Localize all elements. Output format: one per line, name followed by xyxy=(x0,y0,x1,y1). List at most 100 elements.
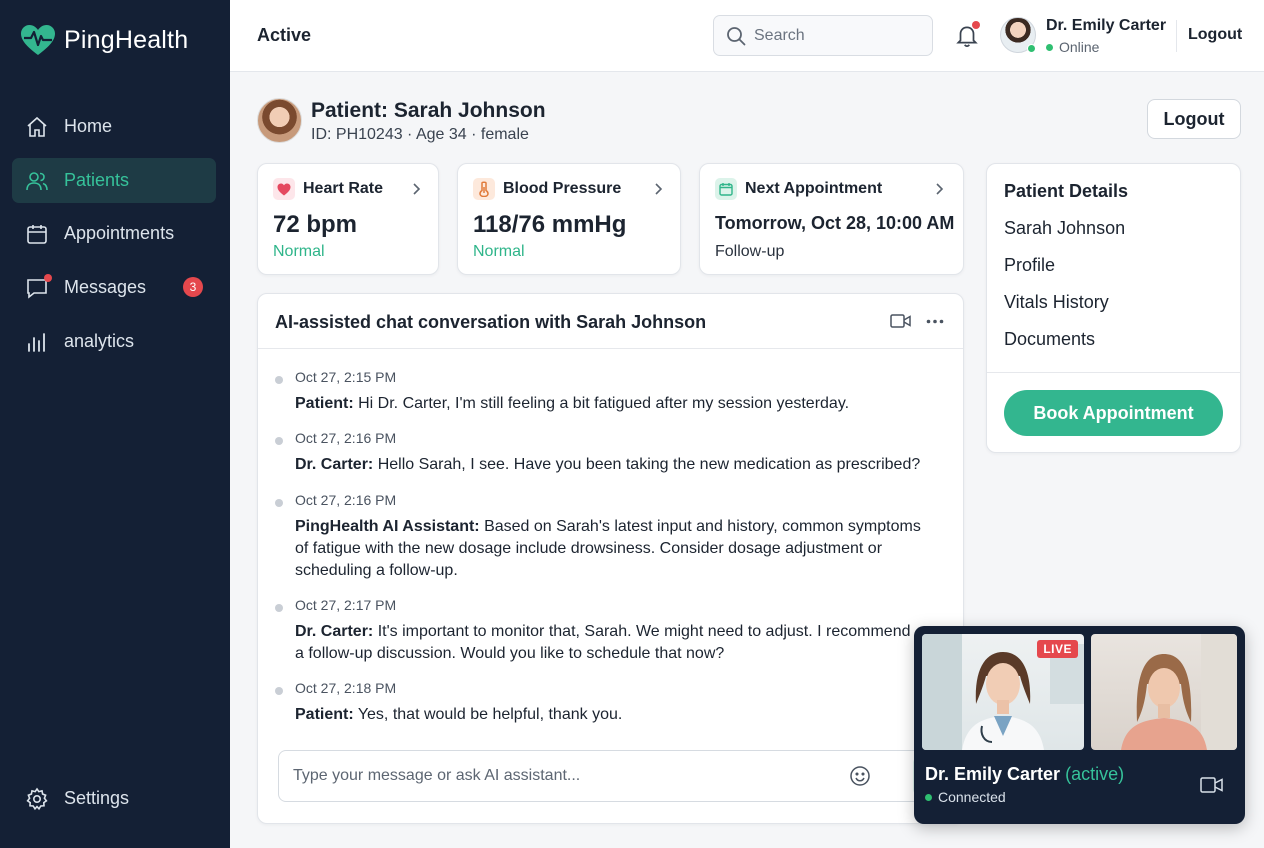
connection-status-text: Connected xyxy=(938,789,1006,805)
patient-meta: ID: PH10243 · Age 34 · female xyxy=(311,126,529,143)
chevron-right-icon xyxy=(655,183,663,195)
blood-pressure-value: 118/76 mmHg xyxy=(473,211,627,238)
notifications-button[interactable] xyxy=(954,21,980,48)
divider xyxy=(987,372,1240,373)
chat-panel: AI-assisted chat conversation with Sarah… xyxy=(257,293,964,824)
sidebar-item-label: Patients xyxy=(64,170,130,190)
message-sender: Dr. Carter: xyxy=(295,456,374,473)
heart-rate-status: Normal xyxy=(273,243,325,260)
notification-dot xyxy=(972,21,980,29)
message-dot xyxy=(275,499,283,507)
message-text: PingHealth AI Assistant: Based on Sarah'… xyxy=(295,516,935,582)
message-text: Dr. Carter: Hello Sarah, I see. Have you… xyxy=(295,454,935,476)
bar-chart-icon xyxy=(24,329,50,355)
patient-avatar xyxy=(257,98,302,143)
caller-status-tag: (active) xyxy=(1065,764,1125,784)
blood-pressure-card[interactable]: Blood Pressure 118/76 mmHg Normal xyxy=(457,163,681,275)
sidebar-item-settings[interactable]: Settings xyxy=(12,776,216,821)
video-call-widget[interactable]: LIVE Dr. Emily Carter (active) Connected xyxy=(914,626,1245,824)
home-icon xyxy=(24,114,50,140)
message-sender: Dr. Carter: xyxy=(295,623,374,640)
chat-icon xyxy=(24,273,52,301)
divider xyxy=(258,348,963,349)
appointment-type: Follow-up xyxy=(715,243,785,260)
top-bar: Active Dr. Emily Carter Online Logout xyxy=(230,0,1264,72)
heart-rate-label: Heart Rate xyxy=(303,180,384,197)
status-dot xyxy=(1046,43,1053,51)
patient-video-feed xyxy=(1121,634,1237,750)
users-icon xyxy=(24,168,50,194)
caller-name: Dr. Emily Carter (active) xyxy=(925,764,1124,785)
doctor-video-tile: LIVE xyxy=(922,634,1084,750)
calendar-icon xyxy=(715,178,737,200)
page-title: Active xyxy=(257,25,312,45)
sidebar-item-home[interactable]: Home xyxy=(12,104,216,149)
message-dot xyxy=(275,687,283,695)
brand-name: PingHealth xyxy=(64,25,189,54)
appointment-label: Next Appointment xyxy=(745,180,883,197)
search-input[interactable] xyxy=(754,26,914,45)
video-camera-icon[interactable] xyxy=(890,312,912,330)
details-link-documents[interactable]: Documents xyxy=(1004,329,1095,350)
chevron-right-icon xyxy=(936,183,944,195)
online-indicator xyxy=(1027,44,1036,53)
header-logout-link[interactable]: Logout xyxy=(1188,26,1242,44)
next-appointment-card[interactable]: Next Appointment Tomorrow, Oct 28, 10:00… xyxy=(699,163,964,275)
heart-icon xyxy=(273,178,295,200)
message-body: Yes, that would be helpful, thank you. xyxy=(357,706,623,723)
appointment-datetime: Tomorrow, Oct 28, 10:00 AM xyxy=(715,213,955,233)
sidebar-item-patients[interactable]: Patients xyxy=(12,158,216,203)
live-badge: LIVE xyxy=(1037,640,1078,658)
user-status-text: Online xyxy=(1059,39,1100,55)
blood-pressure-status: Normal xyxy=(473,243,525,260)
message-input-box[interactable] xyxy=(278,750,928,802)
video-camera-icon[interactable] xyxy=(1200,776,1224,794)
sidebar-item-label: Home xyxy=(64,116,113,136)
heart-rate-card[interactable]: Heart Rate 72 bpm Normal xyxy=(257,163,439,275)
brand-logo[interactable]: PingHealth xyxy=(20,24,188,56)
card-header: Next Appointment xyxy=(715,178,882,200)
search-box[interactable] xyxy=(713,15,933,56)
details-link-name[interactable]: Sarah Johnson xyxy=(1004,218,1125,239)
heart-pulse-icon xyxy=(21,25,55,55)
details-link-vitals-history[interactable]: Vitals History xyxy=(1004,292,1109,313)
message-text: Patient: Yes, that would be helpful, tha… xyxy=(295,704,935,726)
caller-name-text: Dr. Emily Carter xyxy=(925,764,1061,784)
details-title: Patient Details xyxy=(1004,181,1129,201)
user-status: Online xyxy=(1046,39,1099,55)
message-body: Hello Sarah, I see. Have you been taking… xyxy=(377,456,921,473)
chat-title: AI-assisted chat conversation with Sarah… xyxy=(275,312,707,332)
message-dot xyxy=(275,604,283,612)
heart-rate-value: 72 bpm xyxy=(273,211,358,238)
card-header: Blood Pressure xyxy=(473,178,621,200)
more-options-icon[interactable] xyxy=(926,319,944,324)
sidebar-item-label: Appointments xyxy=(64,223,175,243)
sidebar-item-appointments[interactable]: Appointments xyxy=(12,211,216,256)
blood-pressure-label: Blood Pressure xyxy=(503,180,622,197)
details-link-profile[interactable]: Profile xyxy=(1004,255,1055,276)
message-dot xyxy=(275,376,283,384)
sidebar-item-analytics[interactable]: analytics xyxy=(12,319,216,364)
logout-button[interactable]: Logout xyxy=(1147,99,1241,139)
sidebar-item-messages[interactable]: Messages 3 xyxy=(12,265,216,310)
chevron-right-icon xyxy=(413,183,421,195)
connection-status: Connected xyxy=(925,789,1006,805)
message-input[interactable] xyxy=(293,767,853,785)
message-time: Oct 27, 2:18 PM xyxy=(295,680,397,696)
card-header: Heart Rate xyxy=(273,178,383,200)
search-icon xyxy=(727,26,746,45)
sidebar-item-label: Settings xyxy=(64,788,130,808)
gear-icon xyxy=(24,786,50,812)
emoji-icon[interactable] xyxy=(849,765,871,787)
message-time: Oct 27, 2:15 PM xyxy=(295,369,397,385)
message-text: Patient: Hi Dr. Carter, I'm still feelin… xyxy=(295,393,935,415)
sidebar: PingHealth Home Patients Appointments Me… xyxy=(0,0,230,848)
sidebar-item-label: analytics xyxy=(64,331,135,351)
sidebar-item-label: Messages xyxy=(64,277,147,297)
divider xyxy=(1176,20,1177,52)
message-body: Hi Dr. Carter, I'm still feeling a bit f… xyxy=(358,395,850,412)
book-appointment-button[interactable]: Book Appointment xyxy=(1004,390,1223,436)
message-time: Oct 27, 2:16 PM xyxy=(295,492,397,508)
message-dot xyxy=(275,437,283,445)
unread-dot xyxy=(44,273,52,282)
